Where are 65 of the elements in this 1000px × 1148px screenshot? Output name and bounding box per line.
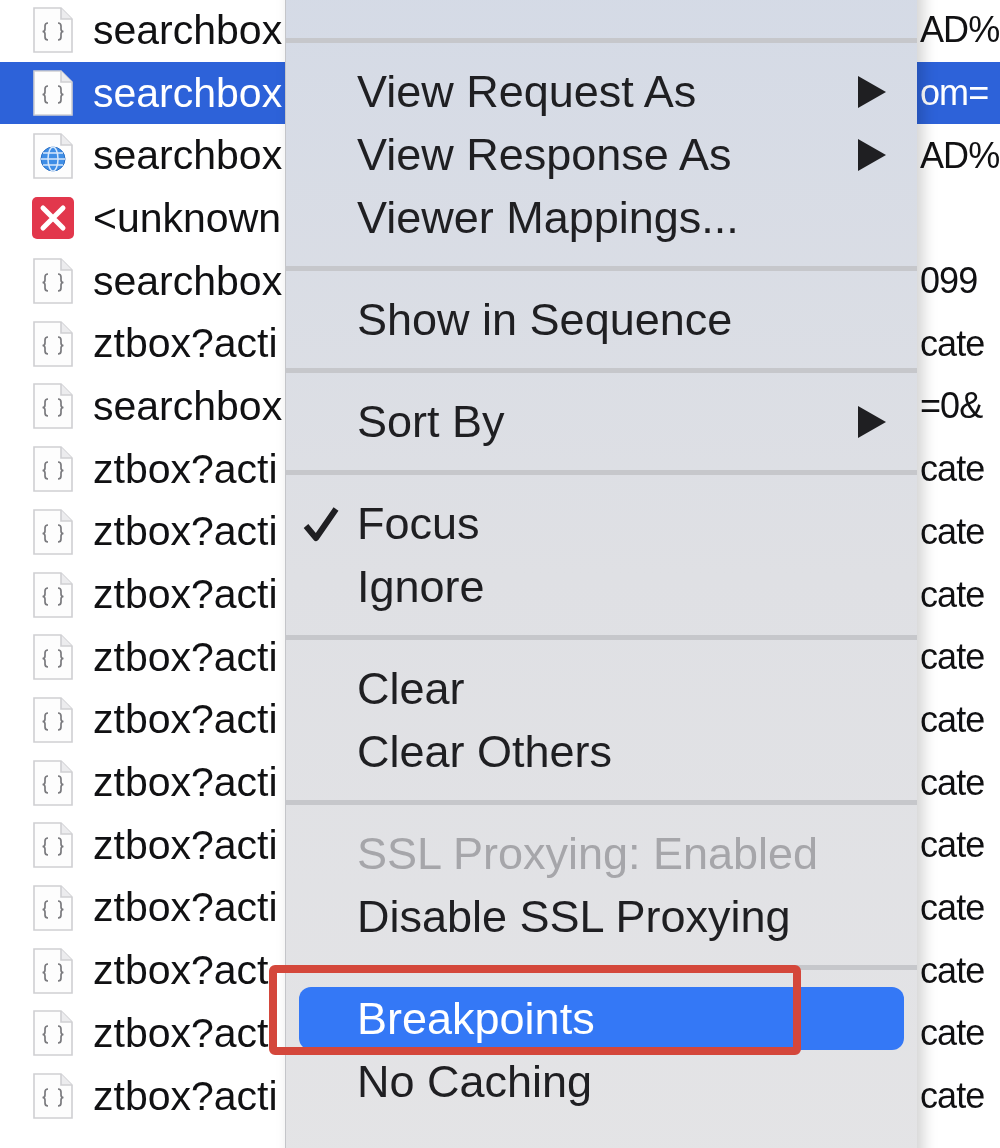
code-file-icon xyxy=(33,446,73,493)
request-url-text: cate xyxy=(920,952,986,989)
menu-item[interactable]: Viewer Mappings... xyxy=(299,186,904,249)
request-url-text: cate xyxy=(920,576,986,613)
menu-item[interactable]: View Response As xyxy=(299,123,904,186)
request-name: searchbox xyxy=(93,72,283,114)
code-file-icon xyxy=(33,320,73,367)
request-url-text: cate xyxy=(920,701,986,738)
request-name: searchbox xyxy=(93,9,283,51)
request-url-text: cate xyxy=(920,827,986,864)
request-name: ztbox?acti xyxy=(93,824,278,866)
menu-item[interactable]: Focus xyxy=(299,492,904,555)
request-name: ztbox?acti xyxy=(93,574,278,616)
request-name: ztbox?acti xyxy=(93,1075,278,1117)
request-name: ztbox?acti xyxy=(93,448,278,490)
code-file-icon xyxy=(33,571,73,618)
menu-item[interactable]: Ignore xyxy=(299,555,904,618)
menu-item[interactable]: Sort By xyxy=(299,390,904,453)
menu-item[interactable]: Show in Sequence xyxy=(299,288,904,351)
code-file-icon xyxy=(33,258,73,305)
request-url-text: cate xyxy=(920,513,986,550)
request-url-text: cate xyxy=(920,325,986,362)
request-url-text: om= xyxy=(920,75,990,112)
request-url-text: cate xyxy=(920,451,986,488)
code-file-icon xyxy=(33,7,73,54)
request-name: ztbox?act xyxy=(93,1012,269,1054)
request-url-text: cate xyxy=(920,639,986,676)
request-url-text: cate xyxy=(920,1015,986,1052)
menu-item[interactable]: View Request As xyxy=(299,60,904,123)
request-url-text: cate xyxy=(920,764,986,801)
request-url-text: cate xyxy=(920,889,986,926)
request-name: ztbox?acti xyxy=(93,887,278,929)
code-file-icon xyxy=(33,508,73,555)
code-file-icon xyxy=(33,884,73,931)
code-file-icon xyxy=(33,947,73,994)
menu-item[interactable]: Disable SSL Proxying xyxy=(299,885,904,948)
request-name: searchbox xyxy=(93,260,283,302)
request-url-text: AD% xyxy=(920,137,1000,174)
menu-item[interactable]: Clear Others xyxy=(299,720,904,783)
request-name: ztbox?acti xyxy=(93,323,278,365)
request-url-text: AD% xyxy=(920,12,1000,49)
request-name: searchbox xyxy=(93,385,283,427)
request-name: <unknown xyxy=(93,197,282,239)
globe-file-icon xyxy=(33,132,73,179)
request-name: ztbox?acti xyxy=(93,511,278,553)
error-icon xyxy=(32,197,74,240)
request-url-text: =0& xyxy=(920,388,984,425)
code-file-icon xyxy=(33,70,73,117)
request-name: ztbox?acti xyxy=(93,762,278,804)
request-name: ztbox?acti xyxy=(93,699,278,741)
request-url-text: cate xyxy=(920,1078,986,1115)
menu-item[interactable]: No Caching xyxy=(299,1050,904,1113)
code-file-icon xyxy=(33,1010,73,1057)
request-name: ztbox?acti xyxy=(93,636,278,678)
menu-item[interactable]: Breakpoints xyxy=(299,987,904,1050)
menu-item[interactable]: Clear xyxy=(299,657,904,720)
code-file-icon xyxy=(33,1073,73,1120)
request-url-text: 099 xyxy=(920,263,979,300)
request-name: searchbox xyxy=(93,135,283,177)
code-file-icon xyxy=(33,634,73,681)
request-name: ztbox?act xyxy=(93,950,269,992)
code-file-icon xyxy=(33,822,73,869)
code-file-icon xyxy=(33,696,73,743)
code-file-icon xyxy=(33,759,73,806)
code-file-icon xyxy=(33,383,73,430)
